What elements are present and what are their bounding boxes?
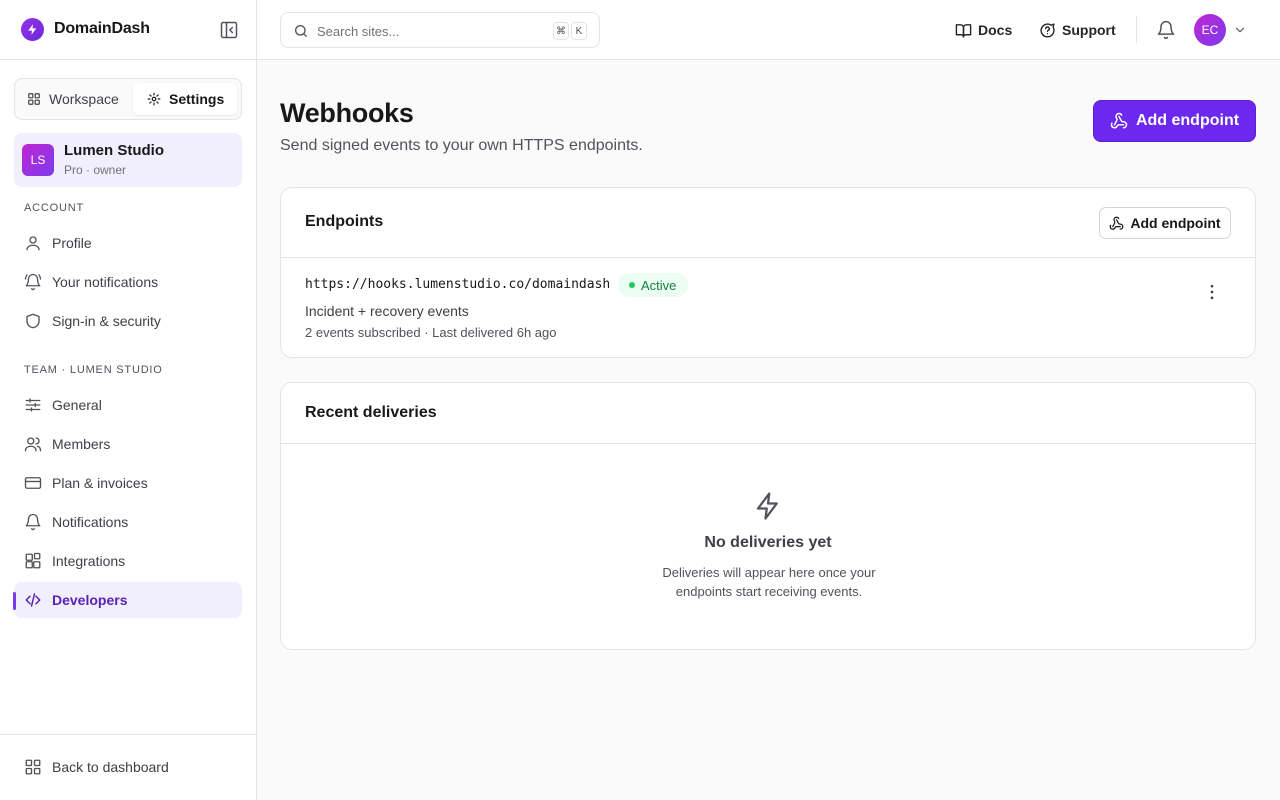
user-avatar[interactable]: EC [1194, 14, 1226, 46]
bell-icon [24, 513, 42, 531]
account-section-label: ACCOUNT [24, 202, 84, 214]
shortcut-k-key: K [571, 22, 587, 40]
workspace-tab[interactable]: Workspace [27, 83, 119, 115]
settings-tab-label: Settings [169, 91, 225, 107]
endpoint-url[interactable]: https://hooks.lumenstudio.co/domaindash [305, 277, 610, 292]
search-box[interactable]: ⌘ K [280, 12, 600, 48]
status-badge-label: Active [641, 277, 677, 293]
sidebar-item-label: Plan & invoices [52, 475, 148, 491]
sidebar-item-developers[interactable]: Developers [14, 582, 242, 618]
sliders-icon [24, 396, 42, 414]
grid-icon [27, 92, 41, 106]
docs-link[interactable]: Docs [955, 20, 1012, 40]
back-to-dashboard-label: Back to dashboard [52, 759, 169, 775]
brand-header: DomainDash [0, 0, 256, 60]
more-vertical-icon[interactable] [1202, 282, 1222, 302]
sidebar-footer: Back to dashboard [0, 734, 256, 800]
endpoint-meta: 2 events subscribed · Last delivered 6h … [305, 325, 557, 340]
sidebar-item-label: Members [52, 436, 111, 452]
credit-card-icon [24, 474, 42, 492]
endpoints-card: Endpoints Add endpoint https://hooks.lum… [280, 187, 1256, 358]
users-icon [24, 435, 42, 453]
team-section-label: TEAM · LUMEN STUDIO [24, 364, 163, 376]
search-input[interactable] [317, 21, 537, 41]
sidebar-item-plan-invoices[interactable]: Plan & invoices [14, 465, 242, 501]
settings-tab[interactable]: Settings [133, 83, 237, 115]
chevron-down-icon[interactable] [1233, 23, 1247, 37]
recent-deliveries-card: Recent deliveries No deliveries yet Deli… [280, 382, 1256, 650]
sidebar-item-profile[interactable]: Profile [14, 225, 242, 261]
team-avatar: LS [22, 144, 54, 176]
back-to-dashboard-link[interactable]: Back to dashboard [14, 749, 242, 785]
page-title: Webhooks [280, 98, 414, 128]
webhook-icon [1109, 216, 1124, 231]
workspace-settings-switch: Workspace Settings [14, 78, 242, 120]
sidebar-item-label: Developers [52, 592, 128, 608]
grid-icon [24, 758, 42, 776]
page-subtitle: Send signed events to your own HTTPS end… [280, 137, 643, 154]
sidebar-item-label: Sign-in & security [52, 313, 161, 329]
team-role: Pro · owner [64, 163, 127, 177]
bell-ring-icon [24, 273, 42, 291]
team-name: Lumen Studio [64, 142, 164, 159]
sidebar-item-integrations[interactable]: Integrations [14, 543, 242, 579]
sidebar-item-label: Integrations [52, 553, 126, 569]
gear-icon [147, 92, 161, 106]
sidebar-item-label: Your notifications [52, 274, 159, 290]
shortcut-mod-key: ⌘ [553, 22, 569, 40]
top-bar: ⌘ K Docs Support EC [257, 0, 1280, 60]
blocks-icon [24, 552, 42, 570]
workspace-tab-label: Workspace [49, 91, 119, 107]
add-endpoint-button[interactable]: Add endpoint [1099, 207, 1231, 239]
search-icon [293, 23, 309, 39]
status-dot [629, 282, 635, 288]
empty-state-text: Deliveries will appear here once your en… [662, 565, 876, 599]
team-switcher[interactable]: LS Lumen Studio Pro · owner [14, 133, 242, 187]
code-icon [24, 591, 42, 609]
zap-icon [753, 491, 783, 521]
sidebar-item-your-notifications[interactable]: Your notifications [14, 264, 242, 300]
shield-icon [24, 312, 42, 330]
empty-state-title: No deliveries yet [704, 534, 832, 551]
sidebar-item-general[interactable]: General [14, 387, 242, 423]
book-icon [955, 22, 972, 39]
sidebar-item-label: Profile [52, 235, 92, 251]
sidebar-item-notifications[interactable]: Notifications [14, 504, 242, 540]
docs-label: Docs [978, 22, 1013, 38]
deliveries-title: Recent deliveries [305, 404, 437, 421]
brand-name: DomainDash [54, 20, 150, 37]
sidebar-item-members[interactable]: Members [14, 426, 242, 462]
help-chat-icon [1039, 22, 1056, 39]
webhook-icon [1110, 112, 1128, 130]
endpoints-title: Endpoints [305, 213, 384, 230]
sidebar-item-label: General [52, 397, 102, 413]
support-link[interactable]: Support [1039, 20, 1116, 40]
endpoints-card-header: Endpoints Add endpoint [281, 188, 1255, 258]
add-endpoint-label: Add endpoint [1135, 112, 1240, 129]
sidebar: DomainDash Workspace Settings LS Lumen S… [0, 0, 257, 800]
sidebar-item-security[interactable]: Sign-in & security [14, 303, 242, 339]
notifications-bell-icon[interactable] [1156, 20, 1176, 40]
sidebar-item-label: Notifications [52, 514, 129, 530]
topbar-divider [1136, 16, 1137, 43]
bolt-icon [21, 18, 44, 41]
active-indicator [13, 592, 16, 610]
endpoint-description: Incident + recovery events [305, 303, 469, 319]
status-badge: Active [618, 273, 689, 297]
user-icon [24, 234, 42, 252]
support-label: Support [1062, 22, 1116, 38]
deliveries-card-header: Recent deliveries [281, 383, 1255, 444]
sidebar-collapse-icon[interactable] [219, 20, 239, 40]
add-endpoint-label: Add endpoint [1130, 215, 1221, 231]
add-endpoint-button-primary[interactable]: Add endpoint [1093, 100, 1256, 142]
